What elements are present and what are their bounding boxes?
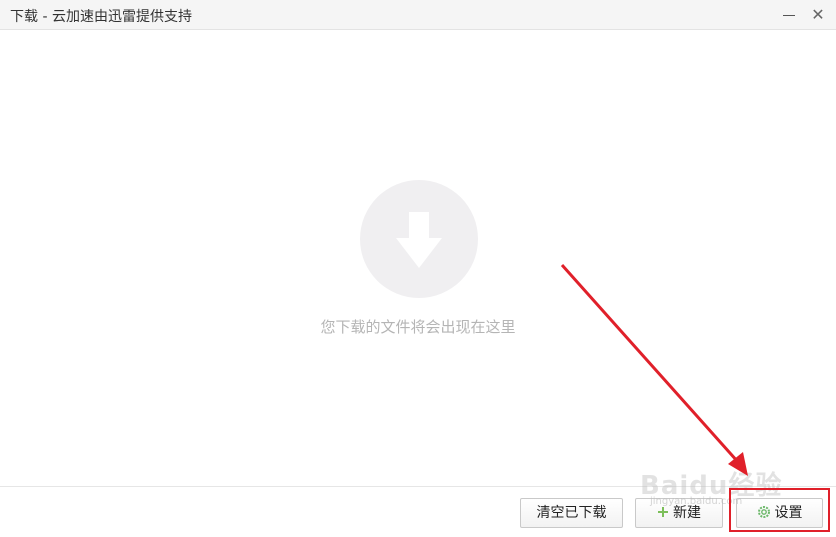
clear-downloaded-button[interactable]: 清空已下载 — [520, 498, 623, 528]
plus-icon — [658, 507, 668, 517]
empty-state-text: 您下载的文件将会出现在这里 — [320, 318, 516, 336]
minimize-button[interactable] — [779, 5, 799, 25]
new-download-button[interactable]: 新建 — [635, 498, 723, 528]
minimize-icon — [783, 15, 795, 16]
close-icon: ✕ — [811, 5, 825, 24]
clear-downloaded-label: 清空已下载 — [536, 505, 607, 521]
empty-state-message: 您下载的文件将会出现在这里 — [0, 316, 836, 337]
download-arrow-icon — [396, 212, 442, 268]
settings-label: 设置 — [774, 505, 803, 521]
close-button[interactable]: ✕ — [808, 5, 828, 25]
window-title: 下载 - 云加速由迅雷提供支持 — [10, 9, 192, 25]
empty-state-illustration — [360, 180, 478, 298]
title-bar: 下载 - 云加速由迅雷提供支持 ✕ — [0, 0, 836, 30]
gear-icon — [757, 506, 770, 518]
settings-button[interactable]: 设置 — [736, 498, 823, 528]
footer-toolbar: 清空已下载 新建 设置 — [0, 486, 836, 537]
new-download-label: 新建 — [673, 505, 701, 521]
download-list-area: 您下载的文件将会出现在这里 — [0, 30, 836, 486]
